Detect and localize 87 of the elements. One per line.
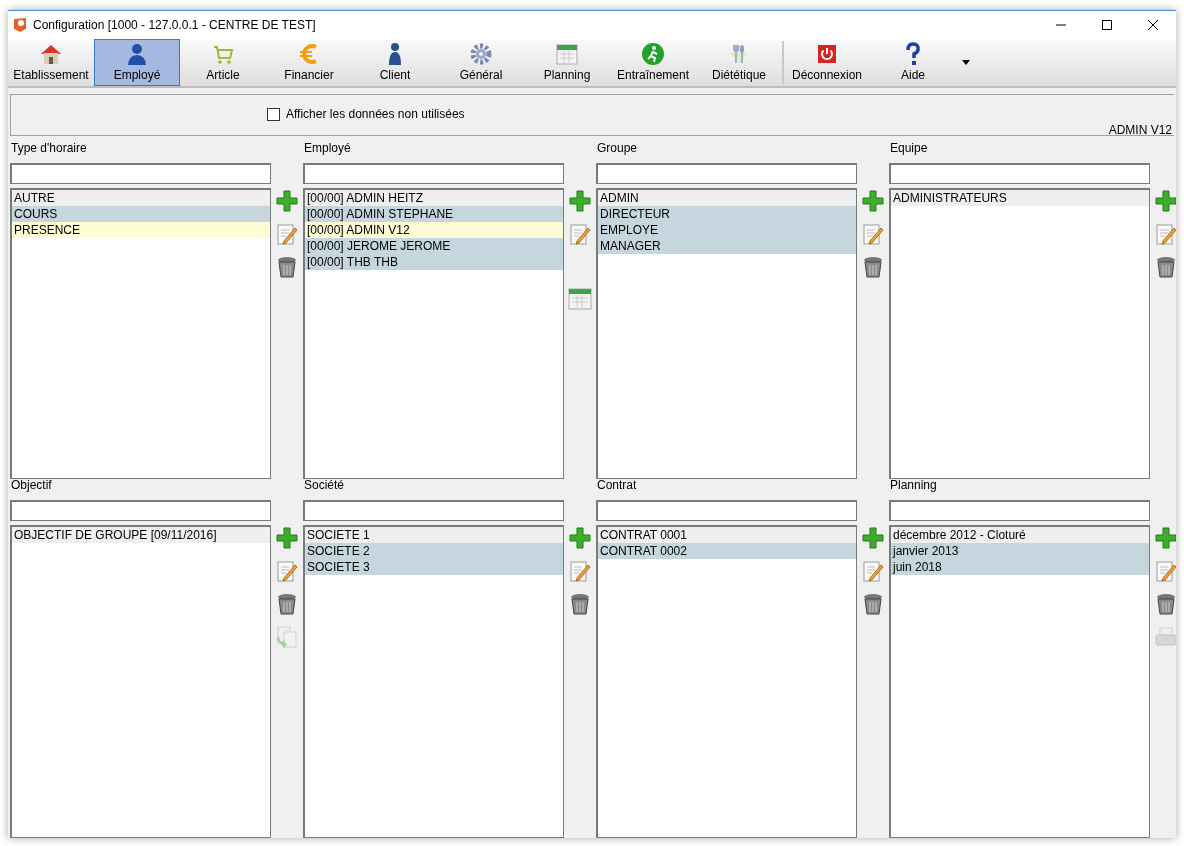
add-icon[interactable] bbox=[275, 189, 299, 213]
user-name: ADMIN V12 bbox=[1108, 124, 1172, 137]
list-item[interactable]: [00/00] JEROME JEROME bbox=[305, 238, 563, 254]
list-item[interactable]: MANAGER bbox=[598, 238, 856, 254]
panel-title: Société bbox=[303, 479, 346, 492]
toolbar-button[interactable]: Etablissement bbox=[8, 39, 94, 86]
trash-icon[interactable] bbox=[275, 255, 299, 279]
calendar-icon bbox=[555, 42, 579, 66]
filter-field[interactable] bbox=[596, 163, 857, 184]
house-icon bbox=[39, 42, 63, 66]
trash-icon[interactable] bbox=[861, 255, 885, 279]
power-icon bbox=[815, 42, 839, 66]
panel-title: Equipe bbox=[889, 142, 929, 155]
toolbar-button[interactable]: Déconnexion bbox=[784, 39, 870, 86]
add-icon[interactable] bbox=[1154, 526, 1176, 550]
add-icon[interactable] bbox=[861, 526, 885, 550]
filter-field[interactable] bbox=[889, 500, 1150, 521]
checkbox-label: Afficher les données non utilisées bbox=[286, 106, 465, 123]
edit-icon[interactable] bbox=[568, 222, 592, 246]
edit-icon[interactable] bbox=[1154, 222, 1176, 246]
add-icon[interactable] bbox=[1154, 189, 1176, 213]
add-icon[interactable] bbox=[275, 526, 299, 550]
list-item[interactable]: décembre 2012 - Cloturé bbox=[891, 527, 1149, 543]
runner-icon bbox=[641, 42, 665, 66]
edit-icon[interactable] bbox=[568, 559, 592, 583]
list-item[interactable]: ADMIN bbox=[598, 190, 856, 206]
list-item[interactable]: [00/00] ADMIN V12 bbox=[305, 222, 563, 238]
trash-icon[interactable] bbox=[568, 592, 592, 616]
toolbar-button[interactable]: Entraînement bbox=[610, 39, 696, 86]
maximize-icon bbox=[1102, 20, 1112, 30]
edit-icon[interactable] bbox=[861, 222, 885, 246]
list-item[interactable]: CONTRAT 0002 bbox=[598, 543, 856, 559]
person-icon bbox=[125, 42, 149, 66]
trash-icon[interactable] bbox=[1154, 255, 1176, 279]
toolbar-button[interactable]: Employé bbox=[94, 39, 180, 86]
list-item[interactable]: juin 2018 bbox=[891, 559, 1149, 575]
toolbar-button[interactable]: Général bbox=[438, 39, 524, 86]
edit-icon[interactable] bbox=[275, 559, 299, 583]
add-icon[interactable] bbox=[861, 189, 885, 213]
list-item[interactable]: SOCIETE 1 bbox=[305, 527, 563, 543]
filter-field[interactable] bbox=[10, 500, 271, 521]
panel-title: Contrat bbox=[596, 479, 638, 492]
trash-icon[interactable] bbox=[1154, 592, 1176, 616]
app-icon bbox=[13, 17, 27, 33]
filter-field[interactable] bbox=[10, 163, 271, 184]
list-item[interactable]: [00/00] THB THB bbox=[305, 254, 563, 270]
list-item[interactable]: [00/00] ADMIN HEITZ bbox=[305, 190, 563, 206]
window-title: Configuration [1000 - 127.0.0.1 - CENTRE DE TEST] bbox=[33, 17, 316, 34]
filter-field[interactable] bbox=[303, 500, 564, 521]
checkbox[interactable] bbox=[267, 107, 280, 121]
list-item[interactable]: AUTRE bbox=[12, 190, 270, 206]
panel-title: Groupe bbox=[596, 142, 639, 155]
filter-field[interactable] bbox=[596, 500, 857, 521]
panel-title: Planning bbox=[889, 479, 938, 492]
list-item[interactable]: COURS bbox=[12, 206, 270, 222]
toolbar-button[interactable]: Diététique bbox=[696, 39, 782, 86]
list-item[interactable]: SOCIETE 2 bbox=[305, 543, 563, 559]
gear-icon bbox=[469, 42, 493, 66]
panel-title: Type d'horaire bbox=[10, 142, 88, 155]
edit-icon[interactable] bbox=[275, 222, 299, 246]
list-item[interactable]: PRESENCE bbox=[12, 222, 270, 238]
list-item[interactable]: [00/00] ADMIN STEPHANE bbox=[305, 206, 563, 222]
trash-icon[interactable] bbox=[275, 592, 299, 616]
toolbar-button[interactable]: Client bbox=[352, 39, 438, 86]
trash-icon[interactable] bbox=[861, 592, 885, 616]
list-item[interactable]: janvier 2013 bbox=[891, 543, 1149, 559]
calendar-icon[interactable] bbox=[568, 287, 592, 311]
close-icon bbox=[1148, 20, 1158, 30]
panel-title: Employé bbox=[303, 142, 352, 155]
add-icon[interactable] bbox=[568, 526, 592, 550]
toolbar-button[interactable]: Planning bbox=[524, 39, 610, 86]
toolbar-button[interactable]: Financier bbox=[266, 39, 352, 86]
list-item[interactable]: SOCIETE 3 bbox=[305, 559, 563, 575]
filter-field[interactable] bbox=[303, 163, 564, 184]
list-item[interactable]: OBJECTIF DE GROUPE [09/11/2016] bbox=[12, 527, 270, 543]
panel-title: Objectif bbox=[10, 479, 53, 492]
list-item[interactable]: ADMINISTRATEURS bbox=[891, 190, 1149, 206]
edit-icon[interactable] bbox=[1154, 559, 1176, 583]
toolbar-button[interactable]: Aide bbox=[870, 39, 956, 86]
list-item[interactable]: CONTRAT 0001 bbox=[598, 527, 856, 543]
caret-icon[interactable] bbox=[962, 60, 970, 65]
filter-field[interactable] bbox=[889, 163, 1150, 184]
toolbar-button[interactable]: Article bbox=[180, 39, 266, 86]
add-icon[interactable] bbox=[568, 189, 592, 213]
edit-icon[interactable] bbox=[861, 559, 885, 583]
list-item[interactable]: EMPLOYE bbox=[598, 222, 856, 238]
list-item[interactable]: DIRECTEUR bbox=[598, 206, 856, 222]
